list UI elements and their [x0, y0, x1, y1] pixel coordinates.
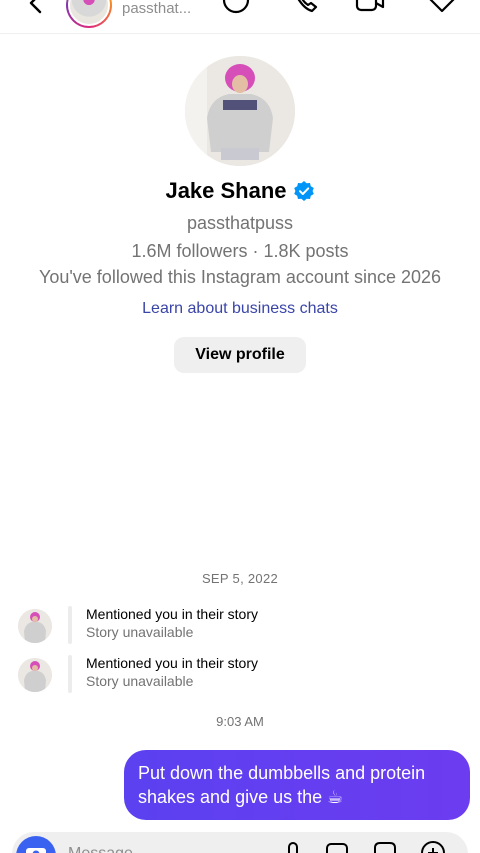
quote-bar [68, 655, 72, 693]
message-input[interactable]: Message... [68, 845, 146, 853]
time-separator: 9:03 AM [216, 714, 264, 729]
mention-title: Mentioned you in their story [86, 606, 258, 622]
profile-stats: 1.6M followers · 1.8K posts [131, 241, 349, 261]
heart-icon[interactable] [426, 0, 458, 16]
camera-icon [26, 848, 46, 853]
add-icon[interactable] [420, 840, 446, 853]
chat-header: passthat... [0, 0, 480, 34]
phone-icon[interactable] [290, 0, 322, 16]
profile-picture[interactable] [185, 56, 295, 166]
microphone-icon[interactable] [280, 840, 306, 853]
video-icon[interactable] [354, 0, 386, 16]
header-username[interactable]: passthat... [122, 0, 191, 17]
gallery-icon[interactable] [324, 840, 350, 853]
date-separator: SEP 5, 2022 [201, 571, 279, 586]
mention-subtitle: Story unavailable [86, 624, 194, 640]
profile-name: Jake Shane [165, 178, 287, 203]
follow-since-text: You've followed this Instagram account s… [38, 267, 442, 287]
story-mention-message[interactable]: Mentioned you in their story Story unava… [18, 655, 438, 695]
sender-avatar[interactable] [18, 658, 52, 692]
back-arrow-icon[interactable] [26, 0, 48, 14]
learn-business-chats-link[interactable]: Learn about business chats [0, 300, 480, 318]
profile-handle: passthatpuss [186, 213, 294, 233]
quote-bar [68, 606, 72, 644]
verified-badge-icon [293, 181, 314, 201]
sender-avatar[interactable] [18, 609, 52, 643]
sticker-icon[interactable] [220, 0, 252, 16]
view-profile-button[interactable]: View profile [174, 337, 306, 373]
sticker-icon[interactable] [372, 840, 398, 853]
profile-name-row: Jake Shane [0, 178, 480, 204]
sent-message-bubble[interactable]: Put down the dumbbells and protein shake… [124, 750, 470, 820]
mention-title: Mentioned you in their story [86, 655, 258, 671]
header-avatar[interactable] [66, 0, 112, 28]
story-mention-message[interactable]: Mentioned you in their story Story unava… [18, 606, 438, 646]
mention-subtitle: Story unavailable [86, 673, 194, 689]
